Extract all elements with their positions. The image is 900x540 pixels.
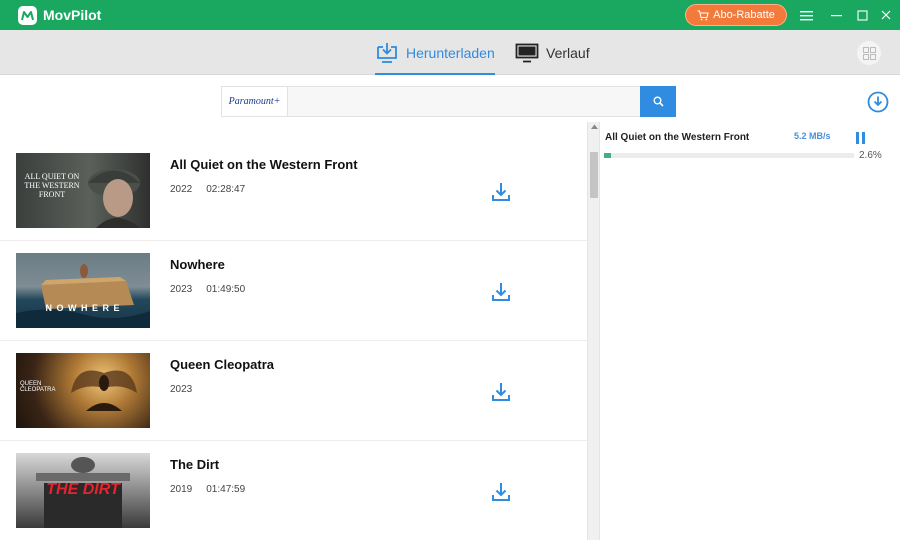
tab-history[interactable]: Verlauf [515,30,590,75]
title-bar: MovPilot Abo-Rabatte [0,0,900,30]
movie-poster: ALL QUIET ON THE WESTERN FRONT [16,153,150,228]
promo-button[interactable]: Abo-Rabatte [685,4,787,26]
menu-button[interactable] [793,0,819,30]
hamburger-icon [799,10,813,20]
monitor-icon [515,43,539,62]
movie-poster: N O W H E R E [16,253,150,328]
list-item: QUEEN CLEOPATRA Queen Cleopatra 2023 [0,341,587,441]
movie-list: ALL QUIET ON THE WESTERN FRONT All Quiet… [0,122,587,540]
minimize-button[interactable] [823,0,849,30]
search-input[interactable] [288,87,640,116]
list-item: N O W H E R E Nowhere 2023 01:49:50 [0,241,587,341]
download-icon [492,183,510,201]
download-button[interactable] [490,281,512,303]
movie-poster: THE DIRT [16,453,150,528]
minimize-icon [830,14,842,16]
movie-duration: 01:49:50 [206,284,246,295]
app-logo: MovPilot [18,5,102,25]
tab-download-label: Herunterladen [406,44,495,61]
search-row: Paramount+ [0,75,900,122]
grid-icon [862,46,876,60]
movie-duration: 02:28:47 [206,184,246,195]
movie-year: 2023 [170,284,193,295]
scroll-thumb[interactable] [590,152,598,198]
download-icon [492,483,510,501]
movie-year: 2019 [170,484,193,495]
list-scrollbar[interactable] [587,122,600,540]
maximize-icon [856,9,868,21]
app-title: MovPilot [43,7,102,23]
promo-label: Abo-Rabatte [713,9,775,21]
poster-title: QUEEN CLEOPATRA [20,381,56,393]
movie-meta: 2019 01:47:59 [170,484,245,495]
tab-bar: Herunterladen Verlauf [0,30,900,75]
pause-button[interactable] [856,132,866,144]
list-item: ALL QUIET ON THE WESTERN FRONT All Quiet… [0,141,587,241]
movie-title: The Dirt [170,457,220,472]
download-icon [492,383,510,401]
pause-icon-bar [862,132,865,144]
search-button[interactable] [640,86,676,117]
scroll-up-arrow-icon[interactable] [591,124,598,129]
movie-year: 2023 [170,384,193,395]
movpilot-logo-icon [18,5,37,25]
movie-meta: 2022 02:28:47 [170,184,245,195]
movie-title: All Quiet on the Western Front [170,157,358,172]
close-button[interactable] [873,0,899,30]
download-speed: 5.2 MB/s [794,131,831,141]
search-icon [653,96,664,107]
download-button[interactable] [490,481,512,503]
movie-meta: 2023 [170,384,192,395]
tab-download[interactable]: Herunterladen [375,30,495,75]
download-button[interactable] [490,181,512,203]
movie-duration: 01:47:59 [206,484,246,495]
download-task-title: All Quiet on the Western Front [605,132,750,143]
download-button[interactable] [490,381,512,403]
provider-selector[interactable]: Paramount+ [222,87,288,116]
search-box: Paramount+ [221,86,676,117]
movie-meta: 2023 01:49:50 [170,284,245,295]
poster-title: THE DIRT [46,481,120,498]
movie-year: 2022 [170,184,193,195]
movie-poster: QUEEN CLEOPATRA [16,353,150,428]
download-queue-button[interactable] [867,91,889,118]
movie-title: Queen Cleopatra [170,357,275,372]
provider-logo: Paramount+ [228,96,281,107]
cart-icon [697,9,709,20]
download-progress-percent: 2.6% [859,150,882,161]
close-icon [881,10,891,20]
pause-icon [856,132,859,144]
tab-history-label: Verlauf [546,44,590,61]
grid-view-button[interactable] [857,41,881,65]
download-monitor-icon [377,42,397,63]
poster-title: N O W H E R E [45,303,121,313]
download-queue-panel: All Quiet on the Western Front 5.2 MB/s … [601,122,900,540]
poster-title: ALL QUIET ON THE WESTERN FRONT [24,172,80,199]
download-progress-fill [604,153,611,158]
circle-download-icon [867,91,889,113]
list-item: THE DIRT The Dirt 2019 01:47:59 [0,441,587,540]
maximize-button[interactable] [849,0,875,30]
download-progress-bar [604,153,854,158]
download-icon [492,283,510,301]
movie-title: Nowhere [170,257,225,272]
